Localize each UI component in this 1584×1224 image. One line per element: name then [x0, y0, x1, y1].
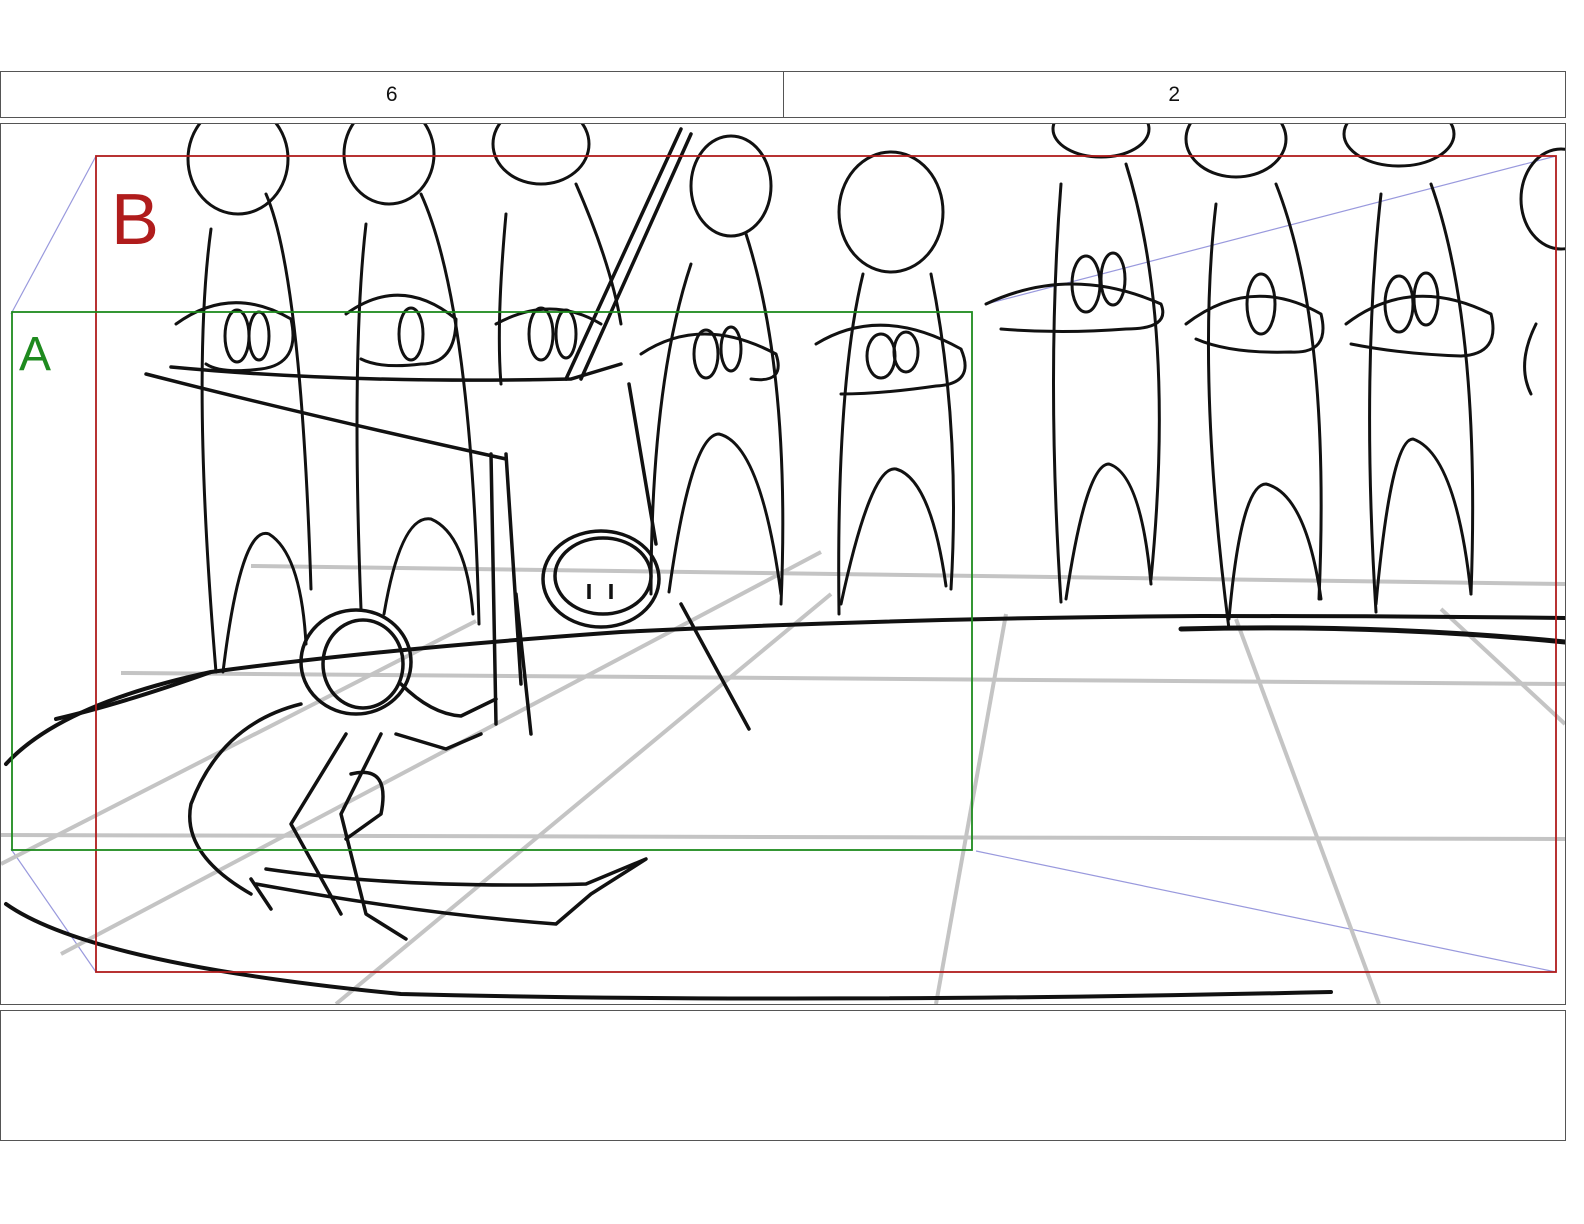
panel-header-row: 6 2	[0, 71, 1566, 118]
floor-grid	[1, 550, 1565, 1004]
notes-box[interactable]	[0, 1010, 1566, 1141]
frame-a-label: A	[19, 328, 51, 381]
panel-number: 2	[782, 72, 1566, 117]
crouching-character	[188, 608, 648, 941]
ball	[541, 529, 661, 629]
scene-number: 6	[385, 82, 398, 106]
storyboard-panel: B A	[0, 123, 1566, 1005]
frame-b-label: B	[111, 180, 159, 260]
panel-sketch: B A	[1, 124, 1565, 1004]
crowd-figures	[174, 124, 1565, 674]
